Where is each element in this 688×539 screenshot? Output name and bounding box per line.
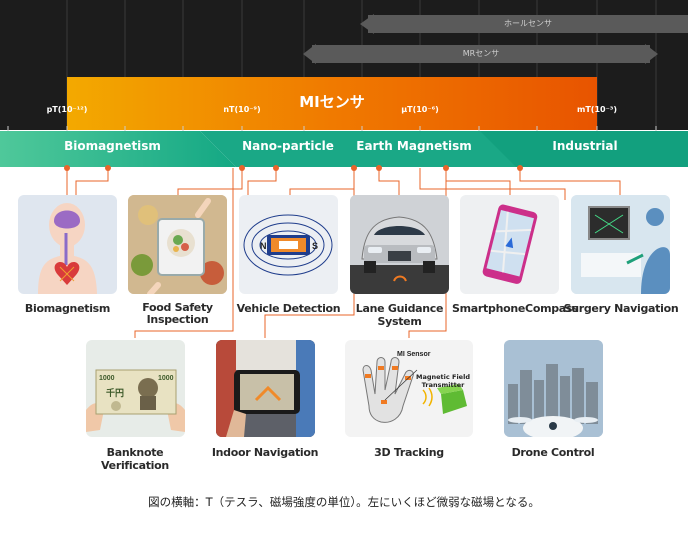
band-label-industrial: Industrial: [552, 139, 618, 153]
mi-sensor-label: MIセンサ: [299, 93, 365, 111]
banknote-denomination: 千円: [106, 387, 124, 399]
tick-label-mt: mT(10⁻³): [577, 105, 617, 114]
caption-food-safety: Food Safety Inspection: [142, 301, 213, 326]
biomagnetism-image: [18, 195, 117, 294]
caption-3d-tracking: 3D Tracking: [374, 446, 444, 459]
caption-smartphone-compass: SmartphoneCompass: [452, 302, 579, 315]
magnet-north-label: N: [260, 241, 267, 251]
mr-sensor-label: MRセンサ: [462, 49, 500, 58]
transmitter-callout: Magnetic Field Transmitter: [416, 373, 470, 389]
caption-drone-control: Drone Control: [511, 446, 595, 459]
smartphone-compass-image: [460, 195, 559, 294]
caption-vehicle-detection: Vehicle Detection: [236, 302, 341, 315]
band-label-earth-magnetism: Earth Magnetism: [356, 139, 472, 153]
caption-biomagnetism: Biomagnetism: [24, 302, 111, 315]
banknote-verification-image: 1000 1000 千円: [86, 340, 185, 437]
indoor-navigation-image: [216, 340, 315, 437]
tick-label-nt: nT(10⁻⁹): [223, 105, 261, 114]
vehicle-detection-image: N S: [239, 195, 338, 294]
caption-lane-guidance: Lane Guidance System: [355, 302, 444, 328]
food-safety-image: [128, 195, 227, 294]
band-label-biomagnetism: Biomagnetism: [64, 139, 161, 153]
caption-surgery-navigation: Surgery Navigation: [563, 302, 679, 315]
lane-guidance-image: [350, 195, 449, 294]
mi-sensor-application-diagram: ホールセンサ MRセンサ MIセンサ pT(10⁻¹²) nT(10⁻⁹) µT…: [0, 0, 688, 539]
tick-label-pt: pT(10⁻¹²): [46, 105, 88, 114]
surgery-navigation-image: [571, 195, 670, 294]
tick-label-ut: µT(10⁻⁶): [401, 105, 439, 114]
axis-footnote: 図の横軸：T（テスラ、磁場強度の単位）。左にいくほど微弱な磁場となる。: [148, 495, 540, 509]
mi-sensor-callout: MI Sensor: [397, 351, 431, 358]
banknote-value-right: 1000: [158, 375, 174, 382]
caption-banknote-verification: Banknote Verification: [101, 446, 169, 472]
band-label-nano-particle: Nano-particle: [242, 139, 334, 153]
hall-sensor-label: ホールセンサ: [504, 19, 552, 28]
banknote-value-left: 1000: [99, 375, 115, 382]
caption-indoor-navigation: Indoor Navigation: [211, 446, 319, 459]
drone-control-image: [504, 340, 603, 437]
magnet-south-label: S: [312, 241, 318, 251]
